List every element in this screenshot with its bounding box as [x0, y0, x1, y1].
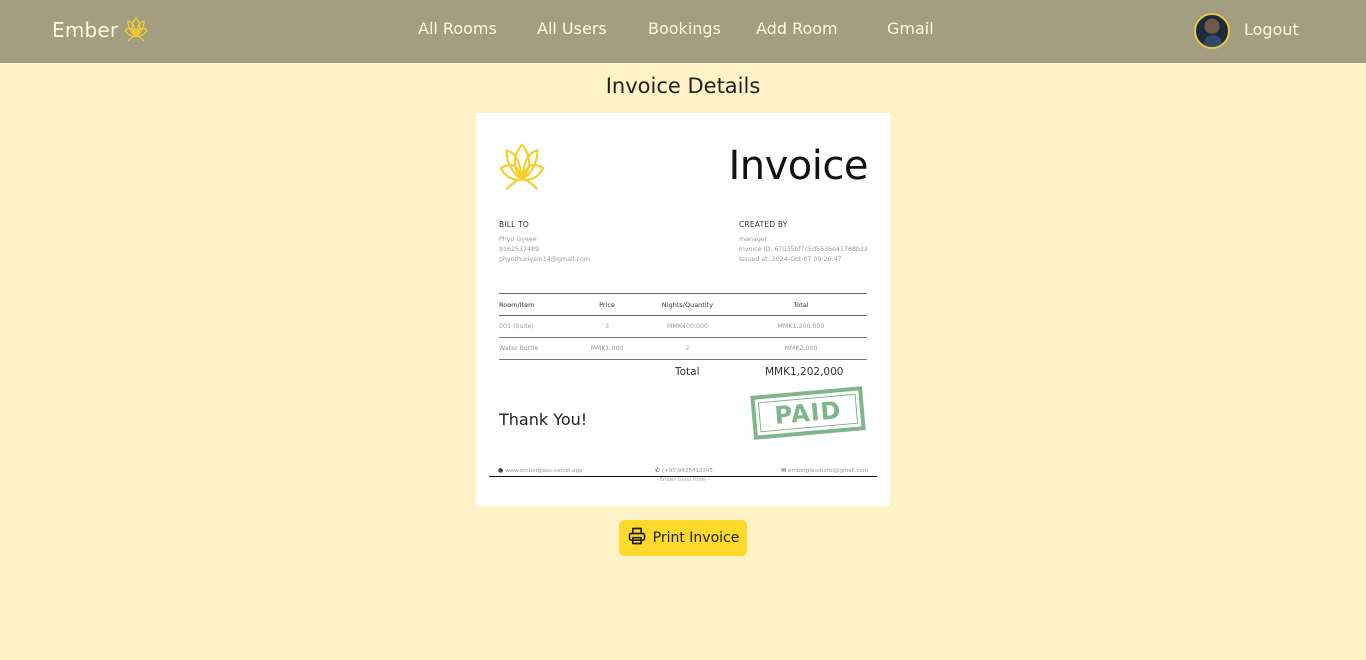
col-total: Total [735, 293, 867, 316]
row-total: MMK2,000 [735, 337, 867, 360]
page-title: Invoice Details [605, 74, 761, 98]
table-row: Water Bottle MMK1,000 2 MMK2,000 [499, 337, 867, 360]
print-invoice-button[interactable]: Print Invoice [619, 520, 747, 556]
bill-to-section: BILL TO Phyo Gyeee 9162537489 phyothuriy… [499, 220, 679, 265]
paid-stamp-text: PAID [773, 396, 843, 430]
col-room-item: Room/Item [499, 293, 574, 316]
invoice-items-table: Room/Item Price Nights/Quantity Total 00… [499, 293, 867, 360]
footer-website: ● www.emberglass.vercel.app [498, 467, 582, 474]
invoice-footer: ● www.emberglass.vercel.app ✆ (+95)94254… [489, 467, 877, 477]
footer-company: - Ember Glass Hotel - [656, 477, 710, 483]
invoice-lotus-icon [493, 139, 551, 201]
grand-total-value: MMK1,202,000 [765, 366, 844, 378]
top-navbar: Ember All Rooms All Users Bookings Add R… [0, 0, 1366, 63]
row-quantity: MMK400,000 [640, 315, 735, 338]
created-by-role: manager [739, 236, 768, 243]
row-price: MMK1,000 [574, 337, 640, 360]
col-nights-quantity: Nights/Quantity [640, 293, 735, 316]
nav-add-room[interactable]: Add Room [756, 19, 838, 38]
lotus-icon [122, 15, 150, 45]
footer-phone-text: (+95)9425412345 [662, 467, 713, 474]
phone-icon: ✆ [655, 467, 661, 474]
footer-email-text: emberglasshotel@gmail.com [788, 467, 869, 474]
user-avatar[interactable] [1194, 13, 1230, 49]
brand-logo[interactable]: Ember [52, 15, 150, 45]
bill-to-email: phyothuriyein14@gmail.com [499, 256, 590, 263]
invoice-heading: Invoice [728, 143, 868, 189]
invoice-card: Invoice BILL TO Phyo Gyeee 9162537489 ph… [476, 113, 890, 506]
row-total: MMK1,200,000 [735, 315, 867, 338]
table-row: 001 (Suite) 3 MMK400,000 MMK1,200,000 [499, 315, 867, 338]
nav-gmail[interactable]: Gmail [887, 19, 934, 38]
issued-at: Issued at: 2024-Oct-07 09:26:47 [739, 256, 842, 263]
print-invoice-label: Print Invoice [652, 530, 740, 546]
nav-all-users[interactable]: All Users [537, 19, 607, 38]
created-by-title: CREATED BY [739, 220, 788, 229]
bill-to-name: Phyo Gyeee [499, 236, 537, 243]
row-quantity: 2 [640, 337, 735, 360]
brand-name: Ember [52, 18, 119, 42]
row-item: 001 (Suite) [499, 315, 574, 338]
nav-bookings[interactable]: Bookings [648, 19, 721, 38]
printer-icon [627, 526, 647, 550]
bill-to-title: BILL TO [499, 220, 529, 229]
footer-email: ✉ emberglasshotel@gmail.com [781, 467, 868, 474]
row-price: 3 [574, 315, 640, 338]
paid-stamp: PAID [750, 386, 866, 440]
invoice-id: Invoice ID: 67035bf7c5d5636e41768b22 [739, 246, 869, 253]
footer-phone: ✆ (+95)9425412345 [655, 467, 713, 474]
mail-icon: ✉ [781, 467, 787, 474]
thank-you-text: Thank You! [499, 410, 588, 429]
created-by-section: CREATED BY manager Invoice ID: 67035bf7c… [739, 220, 879, 265]
row-item: Water Bottle [499, 337, 574, 360]
nav-all-rooms[interactable]: All Rooms [418, 19, 497, 38]
bill-to-phone: 9162537489 [499, 246, 540, 253]
globe-icon: ● [498, 467, 504, 474]
footer-website-text: www.emberglass.vercel.app [505, 467, 583, 474]
logout-link[interactable]: Logout [1244, 20, 1299, 39]
grand-total-label: Total [675, 366, 700, 378]
table-header-row: Room/Item Price Nights/Quantity Total [499, 293, 867, 316]
col-price: Price [574, 293, 640, 316]
